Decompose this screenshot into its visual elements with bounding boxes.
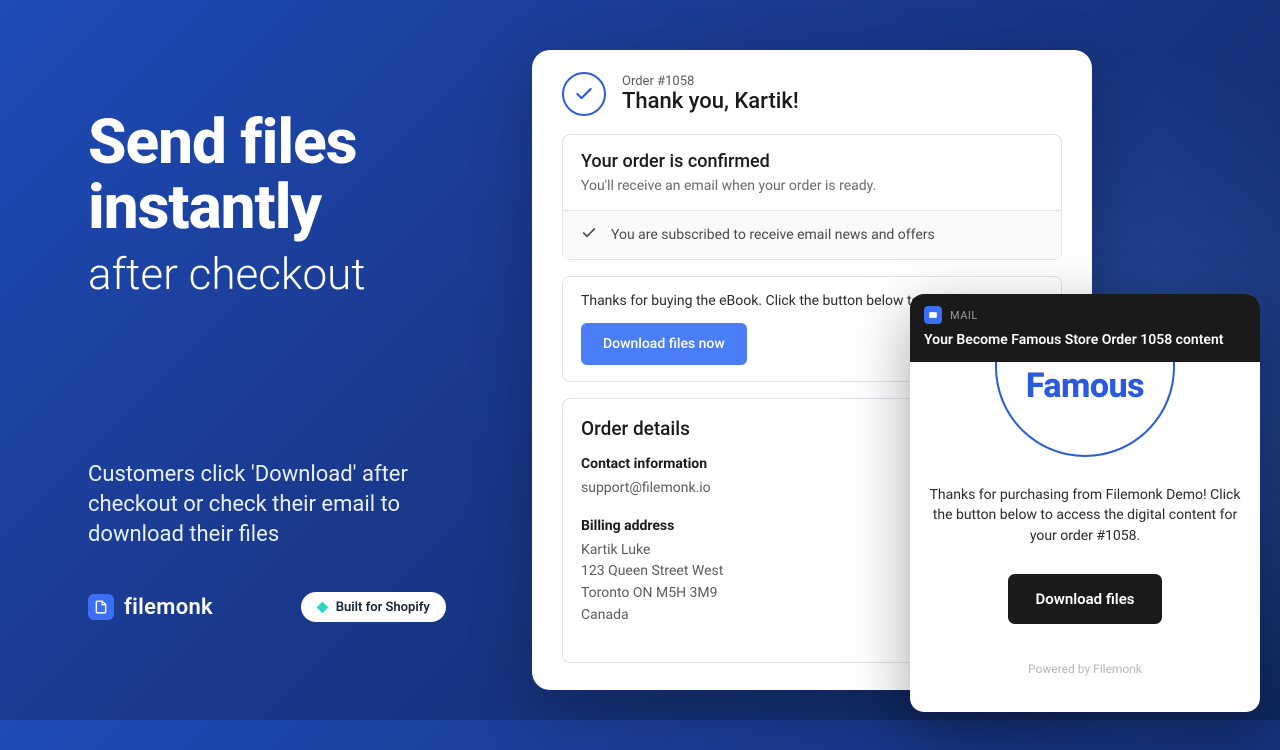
- filemonk-logo-icon: [88, 594, 114, 620]
- thank-you-text: Thank you, Kartik!: [622, 89, 799, 114]
- mail-app-icon: [924, 306, 942, 324]
- email-body: Famous Thanks for purchasing from Filemo…: [910, 362, 1260, 696]
- store-logo: Famous: [995, 362, 1175, 457]
- marketing-copy: Send files instantly after checkout Cust…: [88, 110, 468, 549]
- email-notification-card: MAIL Your Become Famous Store Order 1058…: [910, 294, 1260, 712]
- check-icon: [581, 225, 597, 245]
- email-header: MAIL Your Become Famous Store Order 1058…: [910, 294, 1260, 362]
- confirm-subtext: You'll receive an email when your order …: [581, 178, 1043, 194]
- shopify-badge-label: Built for Shopify: [336, 600, 430, 615]
- checkmark-circle-icon: [562, 72, 606, 116]
- description: Customers click 'Download' after checkou…: [88, 460, 468, 549]
- confirmation-box: Your order is confirmed You'll receive a…: [562, 134, 1062, 260]
- subscribe-row: You are subscribed to receive email news…: [563, 210, 1061, 259]
- confirm-title: Your order is confirmed: [581, 151, 1043, 172]
- mail-app-label: MAIL: [950, 309, 978, 322]
- headline: Send files instantly: [88, 110, 468, 240]
- download-files-button[interactable]: Download files now: [581, 323, 747, 365]
- filemonk-brand: filemonk: [88, 594, 213, 620]
- thank-you-row: Order #1058 Thank you, Kartik!: [562, 72, 1062, 116]
- email-message: Thanks for purchasing from Filemonk Demo…: [928, 485, 1242, 546]
- powered-by: Powered by Filemonk: [928, 662, 1242, 676]
- store-logo-text: Famous: [1026, 366, 1144, 406]
- subheadline: after checkout: [88, 248, 468, 300]
- subscribe-message: You are subscribed to receive email news…: [611, 227, 935, 243]
- built-for-shopify-badge: ◆ Built for Shopify: [301, 592, 446, 622]
- brand-row: filemonk ◆ Built for Shopify: [88, 592, 446, 622]
- order-number: Order #1058: [622, 74, 799, 89]
- gem-icon: ◆: [317, 599, 328, 615]
- brand-name: filemonk: [124, 595, 213, 620]
- email-download-button[interactable]: Download files: [1008, 574, 1163, 624]
- email-subject: Your Become Famous Store Order 1058 cont…: [924, 332, 1246, 348]
